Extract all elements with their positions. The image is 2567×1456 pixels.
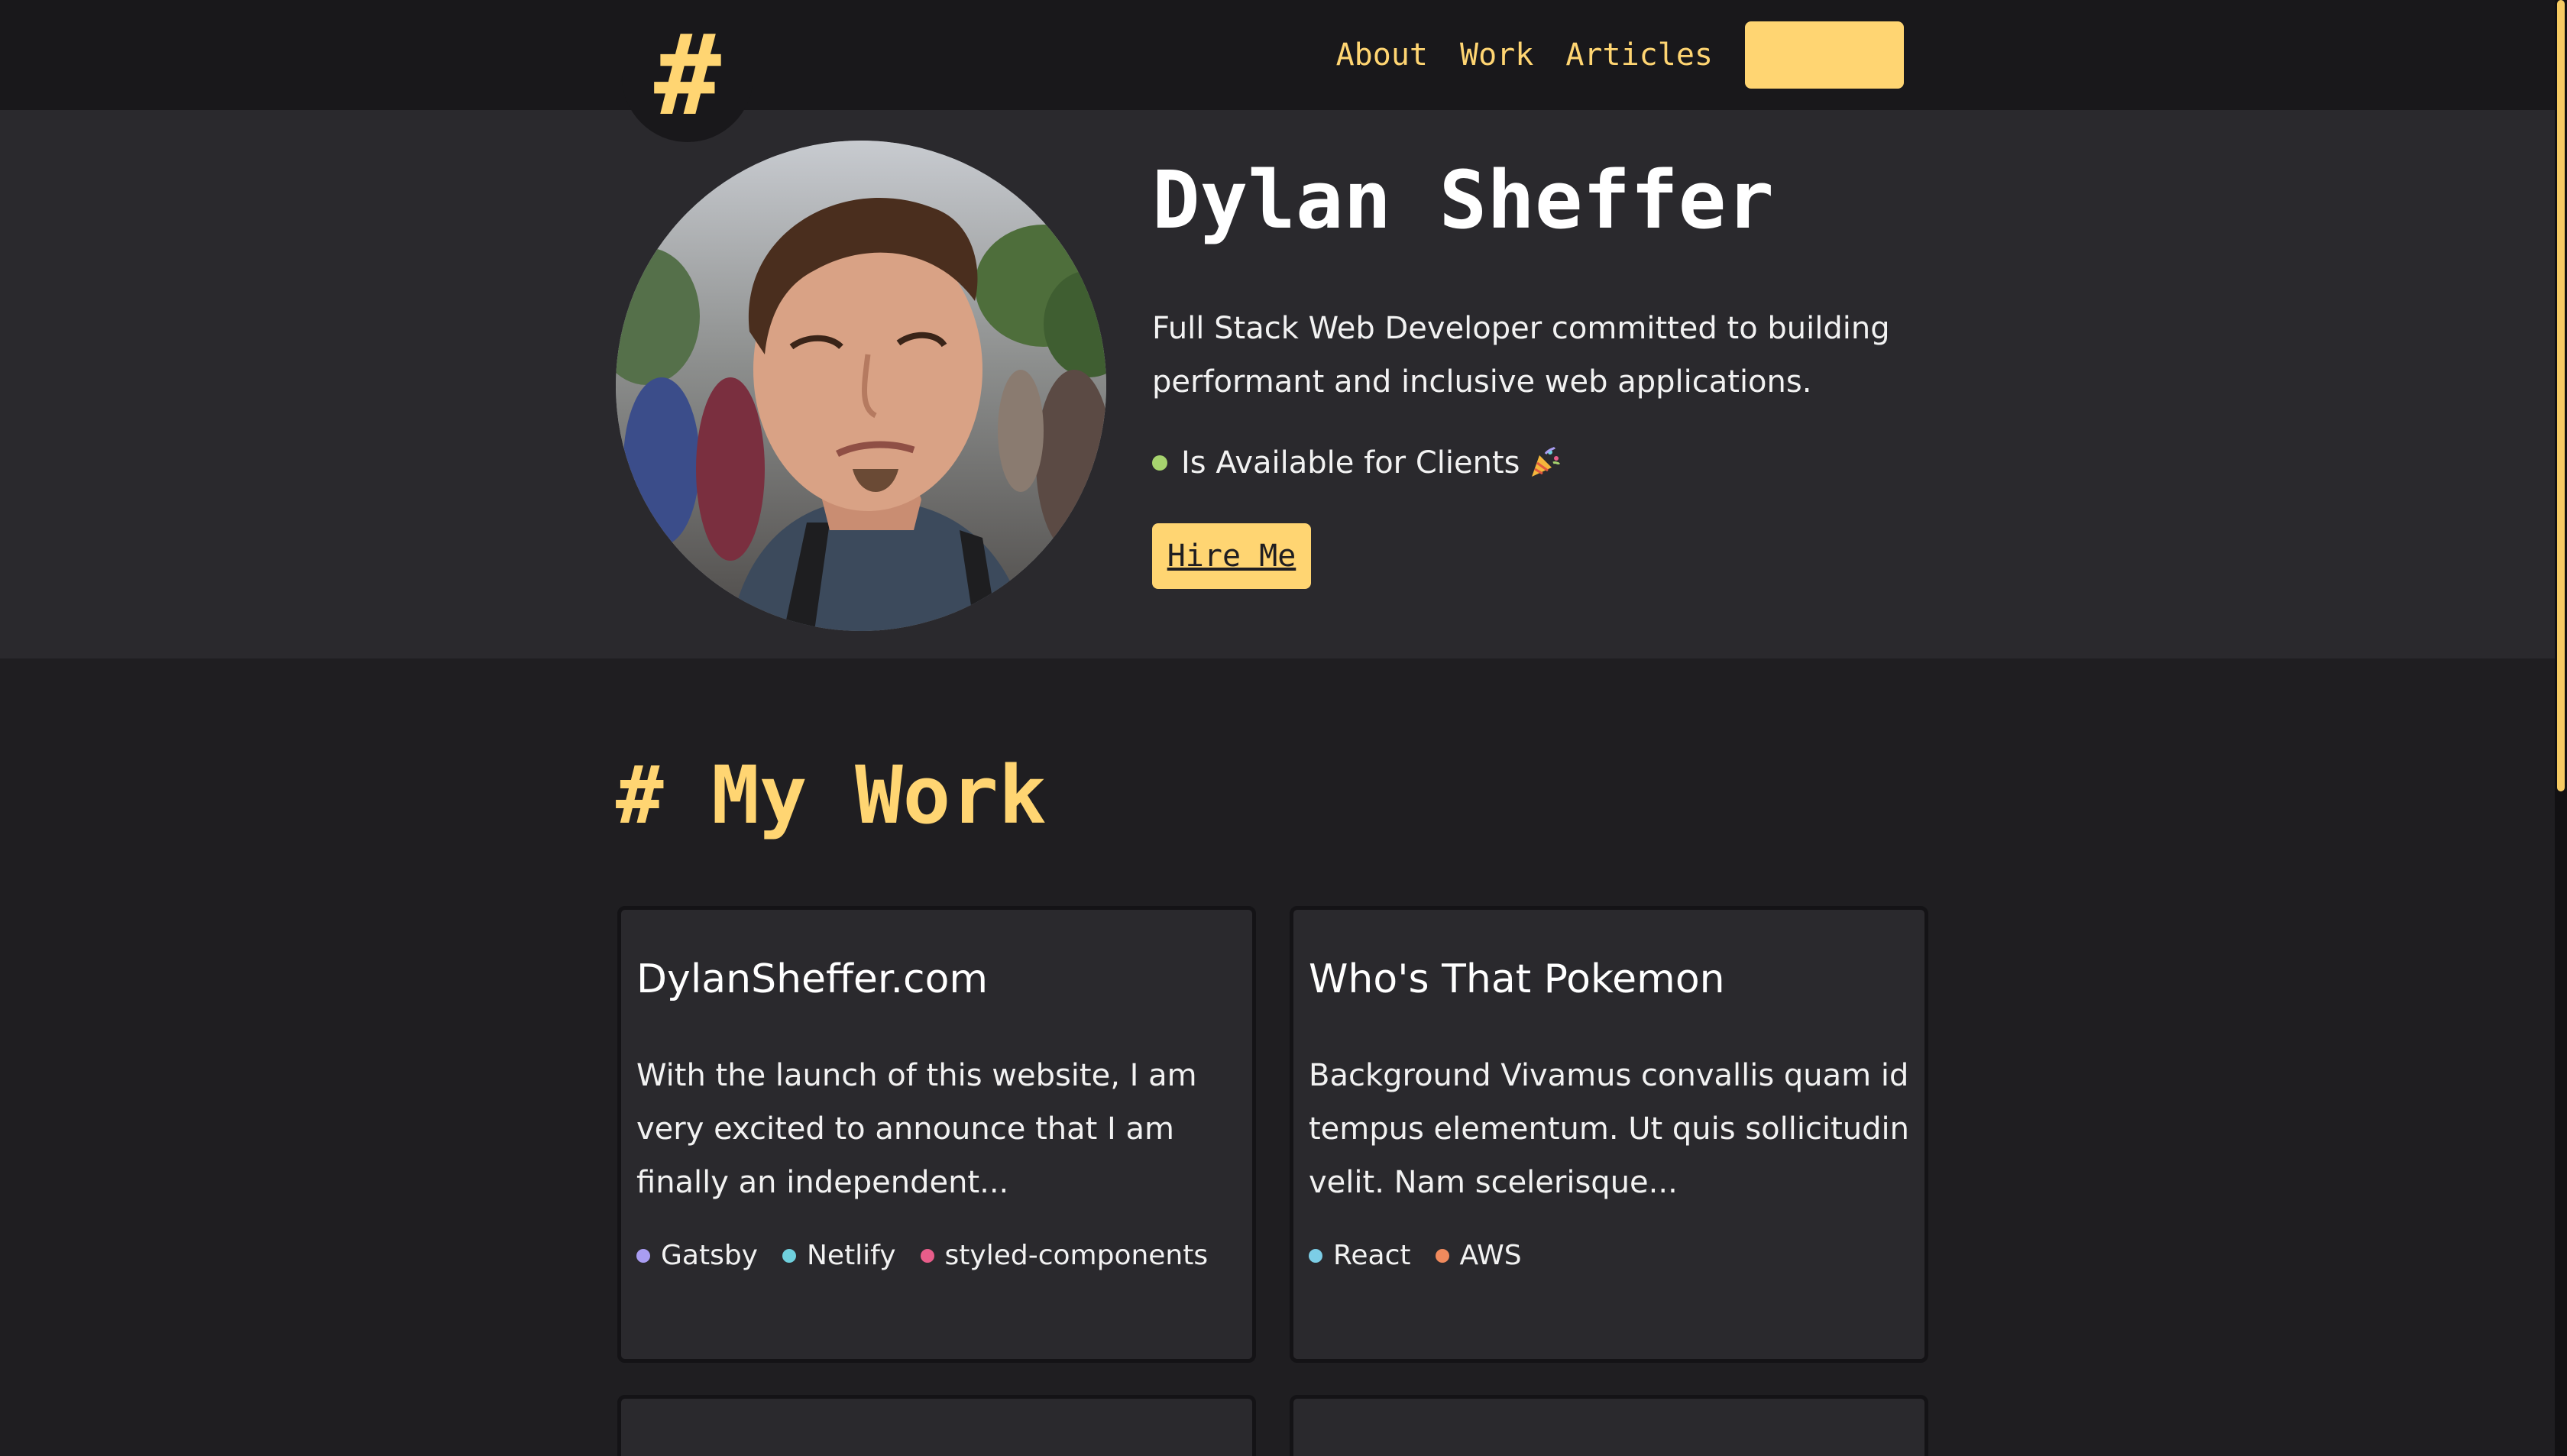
work-card-title: DylanSheffer.com bbox=[636, 956, 989, 1002]
hero-name: Dylan Sheffer bbox=[1152, 154, 1774, 247]
work-card-whos-that-pokemon[interactable]: Who's That Pokemon Background Vivamus co… bbox=[1290, 906, 1928, 1363]
avatar-photo bbox=[616, 141, 1106, 631]
work-card-excerpt: Background Vivamus convallis quam id tem… bbox=[1309, 1058, 1909, 1201]
tag-label: styled-components bbox=[944, 1240, 1209, 1272]
hero-description: Full Stack Web Developer committed to bu… bbox=[1152, 310, 1890, 400]
hero-hire-me-button[interactable]: Hire Me bbox=[1152, 523, 1311, 589]
avatar bbox=[616, 141, 1106, 631]
tag-gatsby: Gatsby bbox=[636, 1240, 758, 1271]
logo-hash: # bbox=[654, 11, 721, 141]
work-card-next-left[interactable] bbox=[617, 1395, 1256, 1456]
tag-react: React bbox=[1309, 1240, 1411, 1271]
work-card-tags: Gatsby Netlify styled-components bbox=[636, 1240, 1237, 1271]
nav-link-work[interactable]: Work bbox=[1460, 34, 1533, 76]
tag-label: React bbox=[1333, 1240, 1411, 1272]
work-card-excerpt: With the launch of this website, I am ve… bbox=[636, 1058, 1197, 1201]
tag-netlify: Netlify bbox=[782, 1240, 896, 1271]
tag-aws: AWS bbox=[1435, 1240, 1522, 1272]
nav-link-articles[interactable]: Articles bbox=[1565, 34, 1713, 76]
main-nav: About Work Articles Hire Me bbox=[1304, 21, 1904, 89]
tag-dot bbox=[636, 1248, 650, 1263]
work-card-tags: React AWS bbox=[1309, 1240, 1909, 1271]
hero-text: Dylan Sheffer Full Stack Web Developer c… bbox=[1152, 153, 1916, 589]
site-header: About Work Articles Hire Me bbox=[0, 0, 2555, 110]
tag-label: Netlify bbox=[806, 1240, 896, 1272]
work-card-dylansheffer[interactable]: DylanSheffer.com With the launch of this… bbox=[617, 906, 1256, 1363]
tag-label: Gatsby bbox=[661, 1240, 758, 1272]
nav-link-about[interactable]: About bbox=[1336, 34, 1428, 76]
page-scrollbar-thumb[interactable] bbox=[2557, 0, 2565, 791]
tag-dot bbox=[1435, 1248, 1449, 1263]
tag-dot bbox=[920, 1248, 934, 1263]
nav-hire-me-button[interactable]: Hire Me bbox=[1745, 21, 1904, 89]
tag-styled-components: styled-components bbox=[920, 1240, 1209, 1272]
work-card-next-right[interactable] bbox=[1290, 1395, 1928, 1456]
work-card-title: Who's That Pokemon bbox=[1309, 956, 1725, 1002]
availability-dot bbox=[1152, 455, 1167, 471]
availability-text: Is Available for Clients bbox=[1181, 445, 1520, 480]
tag-dot bbox=[1309, 1248, 1322, 1263]
party-popper-icon bbox=[1532, 446, 1561, 477]
availability-status: Is Available for Clients bbox=[1152, 445, 1916, 480]
hero-section: Dylan Sheffer Full Stack Web Developer c… bbox=[0, 110, 2555, 658]
tag-label: AWS bbox=[1459, 1240, 1522, 1272]
tag-dot bbox=[782, 1248, 796, 1263]
work-section-title: # My Work bbox=[616, 749, 1047, 842]
site-logo[interactable]: # bbox=[622, 0, 753, 142]
page: About Work Articles Hire Me Dylan Sheffe… bbox=[0, 0, 2567, 1456]
